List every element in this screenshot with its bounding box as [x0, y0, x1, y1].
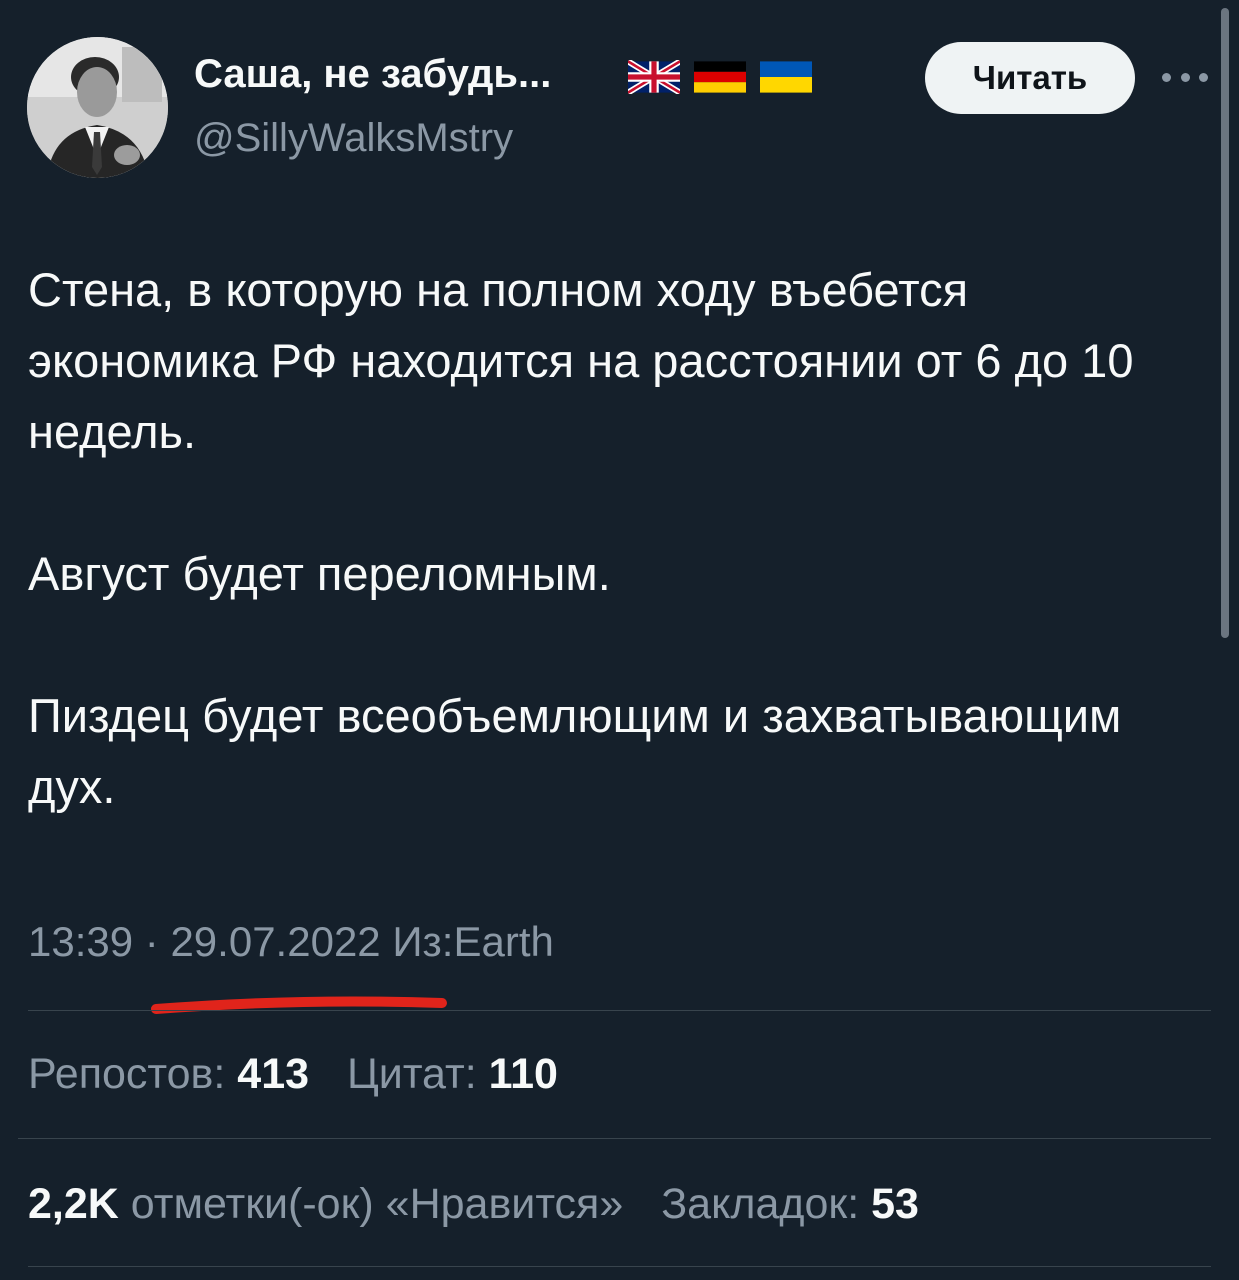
engagement-row-reposts: Репостов: 413 Цитат: 110	[28, 1050, 584, 1099]
tweet-text: Стена, в которую на полном ходу въебется…	[28, 254, 1198, 822]
red-underline-annotation	[151, 996, 447, 1014]
author-name[interactable]: Саша, не забудь...	[194, 52, 551, 97]
quotes-label: Цитат:	[346, 1050, 477, 1098]
reposts-count: 413	[237, 1050, 310, 1098]
engagement-row-likes: 2,2K отметки(-ок) «Нравится» Закладок: 5…	[28, 1180, 945, 1229]
uk-flag-icon	[628, 60, 680, 94]
flag-emoji-group	[628, 60, 812, 94]
ukraine-flag-icon	[760, 61, 812, 93]
tweet-time[interactable]: 13:39	[28, 918, 133, 965]
likes-label: отметки(-ок) «Нравится»	[130, 1180, 624, 1228]
divider	[28, 1010, 1211, 1011]
divider	[18, 1138, 1211, 1139]
divider	[28, 1266, 1211, 1267]
quotes-count: 110	[488, 1050, 558, 1098]
author-handle[interactable]: @SillyWalksMstry	[194, 116, 513, 161]
avatar-photo	[27, 37, 168, 178]
likes-stat[interactable]: 2,2K отметки(-ок) «Нравится»	[28, 1180, 635, 1228]
bookmarks-label: Закладок:	[661, 1180, 860, 1228]
tweet-source: Из:Earth	[392, 918, 554, 965]
bookmarks-stat[interactable]: Закладок: 53	[661, 1180, 919, 1228]
reposts-label: Репостов:	[28, 1050, 226, 1098]
bookmarks-count: 53	[871, 1180, 919, 1228]
scrollbar[interactable]	[1221, 8, 1229, 638]
likes-count: 2,2K	[28, 1180, 119, 1228]
meta-separator: ·	[144, 918, 159, 965]
follow-button[interactable]: Читать	[925, 42, 1135, 114]
tweet-paragraph: Август будет переломным.	[28, 547, 611, 600]
tweet-paragraph: Пиздец будет всеобъемлющим и захватывающ…	[28, 689, 1122, 813]
tweet-paragraph: Стена, в которую на полном ходу въебется…	[28, 263, 1134, 458]
germany-flag-icon	[694, 61, 746, 93]
quotes-stat[interactable]: Цитат: 110	[347, 1050, 558, 1098]
more-horizontal-icon[interactable]	[1162, 68, 1208, 86]
avatar[interactable]	[27, 37, 168, 178]
tweet-metadata: 13:39 · 29.07.2022 Из:Earth	[28, 918, 554, 966]
reposts-stat[interactable]: Репостов: 413	[28, 1050, 321, 1098]
tweet-detail-view: Саша, не забудь... @SillyWalksMstry Чита…	[0, 0, 1239, 1280]
tweet-date[interactable]: 29.07.2022	[170, 918, 380, 965]
